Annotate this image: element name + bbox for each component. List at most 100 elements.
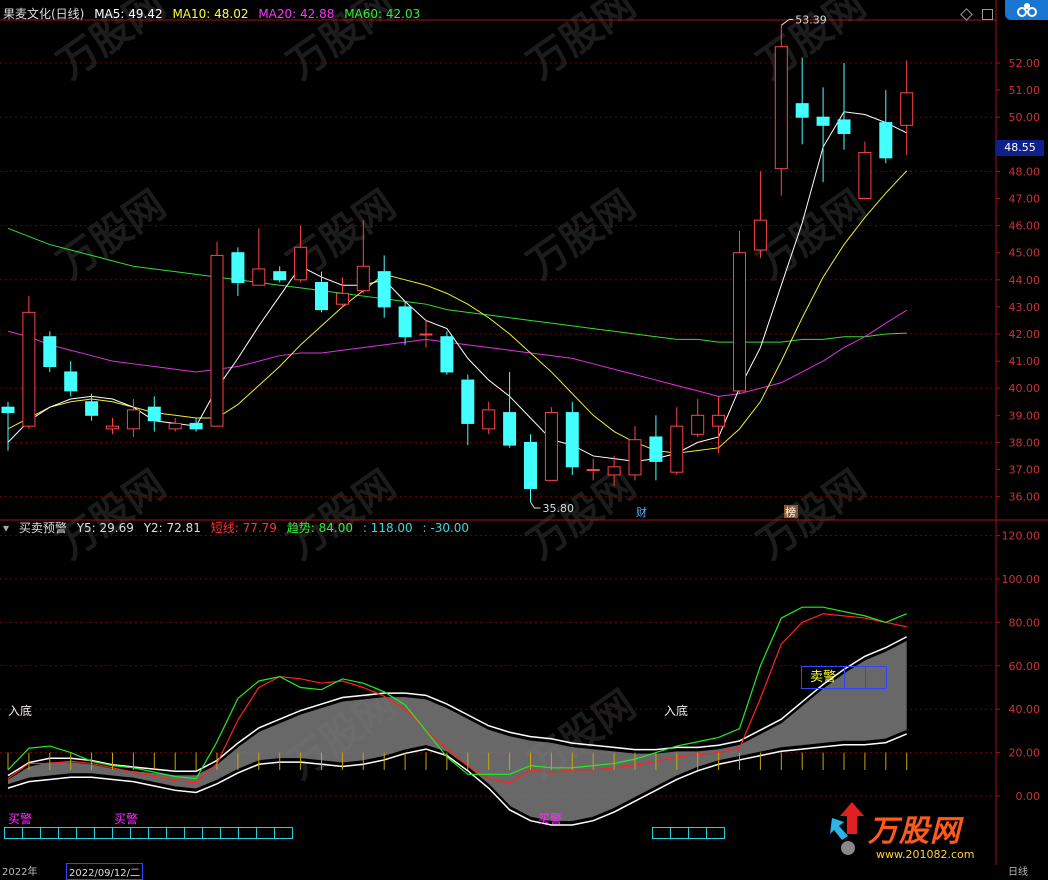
candle-body [586,469,600,471]
candle-body [670,425,684,473]
indicator-title[interactable]: 买卖预警 [19,521,67,535]
candle-body [419,333,433,336]
osc-tick-label: 40.00 [1009,703,1041,716]
price-tick-label: 45.00 [1009,247,1041,260]
list-marker: 榜 [785,505,796,519]
price-tick-label: 40.00 [1009,382,1041,395]
price-tick-label: 43.00 [1009,301,1041,314]
osc-tick-label: 20.00 [1009,747,1041,760]
brand-url: www.201082.com [876,848,975,861]
candle-body [565,412,579,468]
candle-body [85,401,99,416]
buy-alert-label-2: 买警 [114,812,139,826]
candle-body [837,119,851,134]
brand-name: 万股网 [868,814,961,849]
candle-body [712,414,726,427]
candle-body [273,271,287,281]
sell-alert-box: 卖警 [801,666,887,689]
watermark-text: 万股网 [519,182,644,289]
indicator-y2: Y2: 72.81 [143,521,201,535]
osc-tick-label: 120.00 [1002,530,1041,543]
ma5-line [7,111,907,462]
candle-body [628,439,642,476]
candle-body [440,336,454,373]
candle-body [607,466,621,476]
watermark-text: 万股网 [519,0,644,88]
stock-name[interactable]: 果麦文化(日线) [3,7,84,21]
arrow-logo-icon [830,802,864,855]
price-tick-label: 42.00 [1009,328,1041,341]
price-tick-label: 38.00 [1009,436,1041,449]
low-price-label: 35.80 [543,502,575,515]
indicator-y5: Y5: 29.69 [76,521,134,535]
candle-body [252,268,266,286]
kline-chart-canvas[interactable]: 万股网万股网万股网万股网万股网万股网万股网万股网万股网万股网万股网万股网万股网万… [0,0,1048,875]
ma5-value: MA5: 49.42 [94,7,163,21]
ma60-value: MA60: 42.03 [344,7,421,21]
candle-body [753,219,767,251]
candle-body [733,252,746,392]
candle-body [816,116,830,126]
ma20-value: MA20: 42.88 [258,7,335,21]
candle-body [879,122,893,159]
period-label[interactable]: 日线 [1008,863,1028,878]
candle-body [398,306,412,338]
price-tick-label: 50.00 [1009,111,1041,124]
candle-body [649,436,663,462]
osc-tick-label: 80.00 [1009,616,1041,629]
watermark-text: 万股网 [279,462,404,569]
buy-signal-cells-2 [652,827,725,839]
sell-alert-label: 卖警 [802,667,845,688]
osc-tick-label: 100.00 [1002,573,1041,586]
candle-body [503,412,517,446]
stock-chart-window[interactable]: 万股网万股网万股网万股网万股网万股网万股网万股网万股网万股网万股网万股网万股网万… [0,0,1048,880]
current-price-label: 48.55 [996,140,1044,156]
watermark-text: 万股网 [519,462,644,569]
indicator-lower: : -30.00 [422,521,470,535]
candle-body [544,412,558,481]
window-icon[interactable] [982,9,993,20]
price-tick-label: 41.00 [1009,355,1041,368]
candle-body [858,151,872,199]
price-tick-label: 37.00 [1009,464,1041,477]
date-axis-bar: 2022年 2022/09/12/二 日线 [0,863,1048,880]
candle-body [335,292,349,305]
financial-report-marker: 财 [636,505,647,519]
candle-body [774,46,788,170]
main-chart-header: 果麦文化(日线) MA5: 49.42 MA10: 48.02 MA20: 42… [3,5,426,23]
app-logo-icon[interactable] [1005,0,1048,20]
watermark-text: 万股网 [49,182,174,289]
buy-signal-cells [4,827,293,839]
chevron-down-icon[interactable]: ▾ [3,521,9,535]
candle-body [1,406,15,414]
price-tick-label: 36.00 [1009,491,1041,504]
candle-body [315,282,328,311]
candle-body [168,422,182,430]
buy-alert-label: 买警 [8,812,33,826]
candle-body [231,252,245,284]
osc-tick-label: 60.00 [1009,660,1041,673]
price-tick-label: 46.00 [1009,220,1041,233]
candle-body [189,422,203,430]
indicator-upper: : 118.00 [362,521,413,535]
brand-watermark: 万股网 www.201082.com [830,800,1030,870]
cursor-date: 2022/09/12/二 [66,863,144,880]
watermark-text: 万股网 [49,462,174,569]
buy-alert-label-3: 买警 [538,812,563,826]
candle-body [64,371,78,392]
candle-body [147,406,161,422]
ma20-line [7,309,907,397]
candle-body [524,441,537,489]
indicator-header: ▾ 买卖预警 Y5: 29.69 Y2: 72.81 短线: 77.79 趋势:… [3,519,475,537]
indicator-short: 短线: 77.79 [210,521,277,535]
ma10-value: MA10: 48.02 [172,7,249,21]
candle-body [43,336,57,368]
candle-body [126,409,140,430]
price-tick-label: 39.00 [1009,409,1041,422]
candle-body [22,311,36,427]
candle-body [377,271,391,308]
price-tick-label: 52.00 [1009,57,1041,70]
candle-body [461,379,475,424]
price-tick-label: 44.00 [1009,274,1041,287]
bottom-entry-label-2: 入底 [664,704,689,718]
